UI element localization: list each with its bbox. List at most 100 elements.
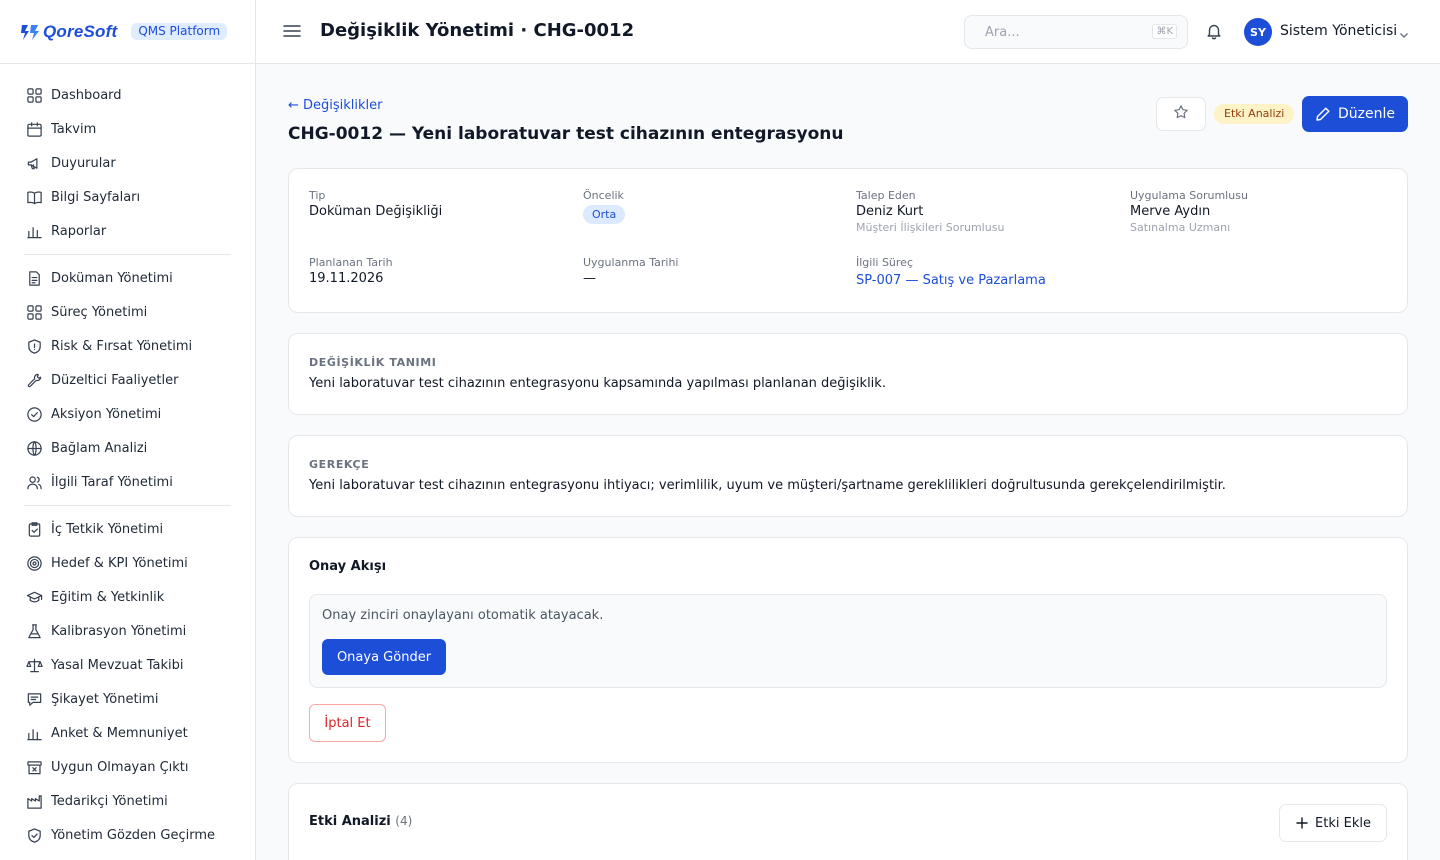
avatar[interactable]: SY xyxy=(1244,18,1272,46)
approval-card: Onay Akışı Onay zinciri onaylayanı otoma… xyxy=(288,537,1408,763)
process-link[interactable]: SP-007 — Satış ve Pazarlama xyxy=(856,273,1046,288)
cancel-button[interactable]: İptal Et xyxy=(309,704,386,742)
sidebar-item[interactable]: Duyurular xyxy=(0,146,255,180)
main-content: ← Değişiklikler CHG-0012 — Yeni laboratu… xyxy=(256,64,1440,860)
chevron-down-icon[interactable] xyxy=(1398,26,1410,38)
owner-name: Merve Aydın xyxy=(1130,204,1211,219)
sidebar-item[interactable]: Raporlar xyxy=(0,214,255,248)
sidebar-item[interactable]: Risk & Fırsat Yönetimi xyxy=(0,329,255,363)
sidebar-item[interactable]: Bağlam Analizi xyxy=(0,431,255,465)
sidebar-item-label: İlgili Taraf Yönetimi xyxy=(51,474,173,490)
user-menu-name[interactable]: Sistem Yöneticisi xyxy=(1280,23,1397,39)
impact-title: Etki Analizi xyxy=(309,814,391,829)
star-icon xyxy=(1173,104,1189,124)
sidebar-item-label: Yasal Mevzuat Takibi xyxy=(51,657,184,673)
status-badge: Etki Analizi xyxy=(1214,104,1295,124)
sidebar-item-label: Aksiyon Yönetimi xyxy=(51,406,162,422)
edit-button-label: Düzenle xyxy=(1338,106,1395,122)
section-label: DEĞİŞİKLİK TANIMI xyxy=(309,356,437,369)
sidebar-item[interactable]: Bilgi Sayfaları xyxy=(0,180,255,214)
sidebar-item[interactable]: Yasal Mevzuat Takibi xyxy=(0,648,255,682)
justification-text: Yeni laboratuvar test cihazının entegras… xyxy=(309,478,1226,493)
sidebar-item[interactable]: Tedarikçi Yönetimi xyxy=(0,784,255,818)
sidebar-item-label: Düzeltici Faaliyetler xyxy=(51,372,179,388)
meta-label: İlgili Süreç xyxy=(856,256,913,269)
meta-label: Öncelik xyxy=(583,189,624,202)
meta-card: Tip Doküman Değişikliği Öncelik Orta Tal… xyxy=(288,168,1408,313)
sidebar-item-label: Uygun Olmayan Çıktı xyxy=(51,759,189,775)
meta-applied-date: Uygulanma Tarihi — xyxy=(583,256,678,286)
sidebar-item-label: Bilgi Sayfaları xyxy=(51,189,141,205)
sidebar-item[interactable]: Şikayet Yönetimi xyxy=(0,682,255,716)
book-icon xyxy=(25,188,43,206)
meta-value: Doküman Değişikliği xyxy=(309,204,443,219)
sidebar-item[interactable]: İlgili Taraf Yönetimi xyxy=(0,465,255,499)
bell-icon[interactable] xyxy=(1205,22,1223,40)
users-icon xyxy=(25,473,43,491)
approval-info-text: Onay zinciri onaylayanı otomatik atayaca… xyxy=(322,608,604,623)
search-input[interactable]: Ara... ⌘K xyxy=(964,15,1188,49)
description-text: Yeni laboratuvar test cihazının entegras… xyxy=(309,376,886,391)
owner-role: Satınalma Uzmanı xyxy=(1130,221,1231,234)
sidebar-item[interactable]: Dashboard xyxy=(0,78,255,112)
sidebar-item[interactable]: Süreç Yönetimi xyxy=(0,295,255,329)
bar-chart-icon xyxy=(25,222,43,240)
meta-process: İlgili Süreç SP-007 — Satış ve Pazarlama xyxy=(856,256,1046,288)
brand-name[interactable]: QoreSoft xyxy=(43,22,117,42)
sidebar: QoreSoft QMS Platform Dashboard Takvim Duy… xyxy=(0,0,256,860)
page-title: Değişiklik Yönetimi · CHG-0012 xyxy=(320,20,635,41)
meta-value: — xyxy=(583,271,596,286)
meta-label: Tip xyxy=(309,189,326,202)
sidebar-item-label: Bağlam Analizi xyxy=(51,440,148,456)
search-placeholder: Ara... xyxy=(985,24,1020,40)
logo-icon xyxy=(20,22,40,42)
sidebar-item[interactable]: Aksiyon Yönetimi xyxy=(0,397,255,431)
sidebar-item-label: Hedef & KPI Yönetimi xyxy=(51,555,188,571)
globe-icon xyxy=(25,439,43,457)
meta-label: Uygulama Sorumlusu xyxy=(1130,189,1248,202)
search-shortcut: ⌘K xyxy=(1152,24,1177,39)
sidebar-item[interactable]: Düzeltici Faaliyetler xyxy=(0,363,255,397)
sidebar-item[interactable]: Uygun Olmayan Çıktı xyxy=(0,750,255,784)
platform-badge: QMS Platform xyxy=(131,23,228,40)
submit-approval-button[interactable]: Onaya Gönder xyxy=(322,639,446,675)
sidebar-item[interactable]: Takvim xyxy=(0,112,255,146)
priority-badge: Orta xyxy=(583,205,626,224)
megaphone-icon xyxy=(25,154,43,172)
sidebar-item-label: Eğitim & Yetkinlik xyxy=(51,589,165,605)
sidebar-item-label: Raporlar xyxy=(51,223,107,239)
sidebar-item-label: Kalibrasyon Yönetimi xyxy=(51,623,187,639)
sidebar-item[interactable]: Kalibrasyon Yönetimi xyxy=(0,614,255,648)
bar-chart-icon xyxy=(25,724,43,742)
back-link[interactable]: ← Değişiklikler xyxy=(288,98,383,113)
meta-planned-date: Planlanan Tarih 19.11.2026 xyxy=(309,256,393,286)
requester-name: Deniz Kurt xyxy=(856,204,924,219)
favorite-button[interactable] xyxy=(1156,97,1206,131)
detail-title: CHG-0012 — Yeni laboratuvar test cihazın… xyxy=(288,124,844,144)
grid-icon xyxy=(25,86,43,104)
sidebar-item-label: Süreç Yönetimi xyxy=(51,304,148,320)
sidebar-item[interactable]: Eğitim & Yetkinlik xyxy=(0,580,255,614)
impact-card: Etki Analizi (4) Etki Ekle xyxy=(288,783,1408,860)
requester-role: Müşteri İlişkileri Sorumlusu xyxy=(856,221,1005,234)
edit-button[interactable]: Düzenle xyxy=(1302,96,1408,132)
shield-icon xyxy=(25,337,43,355)
sidebar-item[interactable]: İç Tetkik Yönetimi xyxy=(0,512,255,546)
sidebar-item[interactable]: Hedef & KPI Yönetimi xyxy=(0,546,255,580)
sidebar-item[interactable]: Yönetim Gözden Geçirme xyxy=(0,818,255,852)
add-impact-label: Etki Ekle xyxy=(1315,815,1371,831)
sidebar-item[interactable]: Doküman Yönetimi xyxy=(0,261,255,295)
document-icon xyxy=(25,269,43,287)
flask-icon xyxy=(25,622,43,640)
wrench-icon xyxy=(25,371,43,389)
menu-icon[interactable] xyxy=(283,22,301,40)
add-impact-button[interactable]: Etki Ekle xyxy=(1279,804,1387,842)
meta-requester: Talep Eden Deniz Kurt Müşteri İlişkileri… xyxy=(856,189,1004,234)
meta-type: Tip Doküman Değişikliği xyxy=(309,189,442,219)
approval-info-box: Onay zinciri onaylayanı otomatik atayaca… xyxy=(309,594,1387,688)
sidebar-item-label: Anket & Memnuniyet xyxy=(51,725,188,741)
meta-label: Uygulanma Tarihi xyxy=(583,256,679,269)
calendar-icon xyxy=(25,120,43,138)
sidebar-item[interactable]: Anket & Memnuniyet xyxy=(0,716,255,750)
section-title: Onay Akışı xyxy=(309,559,387,574)
